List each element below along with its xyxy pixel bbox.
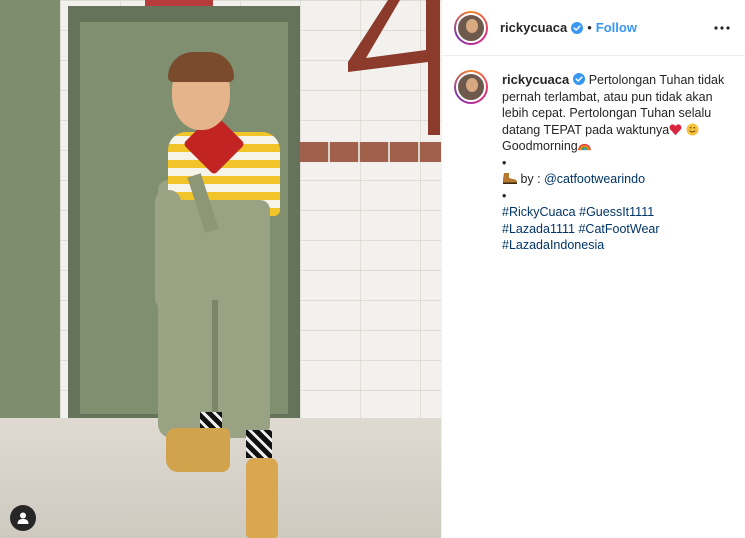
hashtag-link[interactable]: #RickyCuaca: [502, 205, 576, 219]
mention-link[interactable]: @catfootwearindo: [544, 172, 645, 186]
hashtag-line-1: #RickyCuaca #GuessIt1111: [502, 204, 732, 221]
heart-emoji-icon: [669, 123, 682, 135]
caption-line-5: Goodmorning: [502, 138, 732, 155]
user-tag-button[interactable]: [10, 505, 36, 531]
photo-person: [0, 0, 441, 538]
more-options-icon: [714, 26, 730, 30]
verified-badge-icon: [571, 21, 584, 34]
photo-boot-right: [246, 458, 278, 538]
hashtag-line-3: #LazadaIndonesia: [502, 237, 732, 254]
hashtag-link[interactable]: #Lazada1111: [502, 222, 575, 236]
caption-text-5: Goodmorning: [502, 139, 578, 153]
caption-line-1: rickycuaca Pertolongan Tuhan tidak: [502, 72, 732, 89]
post-side-panel: rickycuaca • Follow rickycuaca Pertolong…: [441, 0, 745, 538]
caption-text-1: Pertolongan Tuhan tidak: [588, 73, 725, 87]
caption-text-3: lebih cepat. Pertolongan Tuhan selalu: [502, 106, 712, 120]
boot-emoji-icon: [503, 173, 517, 184]
hashtag-line-2: #Lazada1111 #CatFootWear: [502, 221, 732, 238]
credit-by-label: by :: [517, 172, 545, 186]
hashtag-link[interactable]: #GuessIt1111: [579, 205, 654, 219]
caption-text-2: pernah terlambat, atau pun tidak akan: [502, 89, 713, 104]
hashtag-link[interactable]: #CatFootWear: [578, 222, 659, 236]
photo-boot-left: [166, 428, 230, 472]
caption-username[interactable]: rickycuaca: [502, 72, 569, 87]
caption-line-credit: by : @catfootwearindo: [502, 171, 732, 188]
caption-avatar[interactable]: [454, 70, 488, 104]
photo-hair: [168, 52, 234, 82]
more-options-button[interactable]: [713, 19, 731, 37]
caption-line-4: datang TEPAT pada waktunya: [502, 122, 732, 139]
photo-arm: [155, 190, 181, 310]
user-tag-icon: [17, 512, 29, 524]
header-username[interactable]: rickycuaca: [500, 20, 567, 35]
post-caption: rickycuaca Pertolongan Tuhan tidak perna…: [442, 56, 745, 254]
verified-badge-icon: [573, 73, 586, 85]
caption-bullet-2: •: [502, 188, 507, 203]
post-header: rickycuaca • Follow: [442, 0, 745, 56]
post-photo[interactable]: [0, 0, 441, 538]
caption-text-4: datang TEPAT pada waktunya: [502, 122, 670, 137]
rainbow-emoji-icon: [577, 143, 591, 151]
photo-sock-right: [246, 430, 272, 458]
follow-button[interactable]: Follow: [596, 20, 637, 35]
caption-body: rickycuaca Pertolongan Tuhan tidak perna…: [502, 72, 732, 254]
caption-bullet-1: •: [502, 155, 507, 170]
header-separator: •: [587, 20, 592, 35]
smiling-face-emoji-icon: [686, 122, 699, 136]
hashtag-link[interactable]: #LazadaIndonesia: [502, 238, 604, 252]
avatar[interactable]: [454, 10, 488, 45]
